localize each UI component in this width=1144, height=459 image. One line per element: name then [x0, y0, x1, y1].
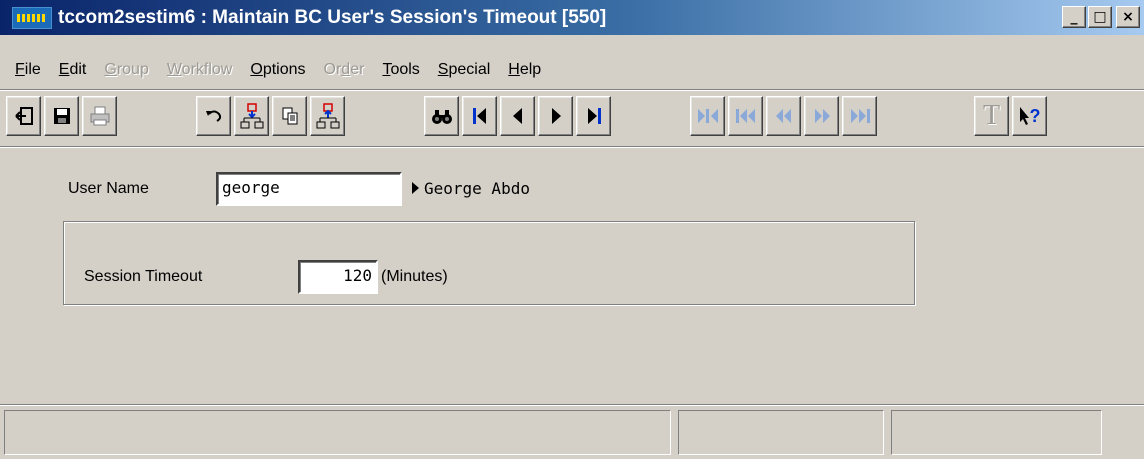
first-set-button[interactable] — [690, 96, 725, 136]
window-title: tccom2sestim6 : Maintain BC User's Sessi… — [58, 6, 607, 28]
session-timeout-group — [63, 221, 915, 305]
undo-icon — [205, 110, 221, 122]
exit-button[interactable] — [6, 96, 41, 136]
menu-file[interactable]: File — [6, 61, 50, 79]
last-set-icon — [850, 109, 870, 123]
menu-separator — [0, 89, 1144, 91]
first-record-button[interactable] — [462, 96, 497, 136]
exit-icon — [14, 107, 33, 125]
duplicate-button[interactable] — [310, 96, 345, 136]
user-name-label: User Name — [68, 180, 149, 197]
undo-button[interactable] — [196, 96, 231, 136]
menu-bar: File Edit Group Workflow Options Order T… — [0, 55, 1144, 85]
app-logo-icon — [12, 6, 52, 29]
next-group-button[interactable] — [804, 96, 839, 136]
last-record-button[interactable] — [576, 96, 611, 136]
first-set-icon — [697, 109, 718, 123]
window-controls: _ □ × — [1062, 6, 1140, 28]
copy-button[interactable] — [272, 96, 307, 136]
menu-workflow[interactable]: Workflow — [158, 61, 242, 79]
session-timeout-label: Session Timeout — [84, 268, 203, 285]
text-icon: T — [982, 100, 1001, 131]
session-timeout-unit: (Minutes) — [381, 268, 448, 285]
close-button[interactable]: × — [1116, 6, 1140, 28]
last-set-button[interactable] — [842, 96, 877, 136]
print-icon — [90, 106, 109, 126]
first-record-icon — [472, 108, 486, 124]
save-button[interactable] — [44, 96, 79, 136]
next-record-icon — [551, 108, 561, 124]
title-bar[interactable]: tccom2sestim6 : Maintain BC User's Sessi… — [0, 0, 1144, 35]
copy-icon — [282, 107, 297, 125]
session-timeout-input[interactable]: 120 — [298, 260, 378, 294]
maximize-icon: □ — [1093, 9, 1107, 25]
toolbar-separator — [0, 146, 1144, 148]
menu-group[interactable]: Group — [95, 61, 157, 79]
toolbar: T ? — [6, 96, 1138, 136]
context-help-button[interactable]: ? — [1012, 96, 1047, 136]
menu-options[interactable]: Options — [241, 61, 314, 79]
previous-set-button[interactable] — [728, 96, 763, 136]
last-record-icon — [587, 108, 601, 124]
menu-tools[interactable]: Tools — [373, 61, 428, 79]
text-button[interactable]: T — [974, 96, 1009, 136]
previous-record-button[interactable] — [500, 96, 535, 136]
previous-record-icon — [512, 108, 522, 124]
menu-special[interactable]: Special — [429, 61, 499, 79]
find-button[interactable] — [424, 96, 459, 136]
menu-help[interactable]: Help — [499, 61, 550, 79]
minimize-icon: _ — [1070, 9, 1078, 25]
insert-icon — [240, 103, 263, 129]
menu-edit[interactable]: Edit — [50, 61, 96, 79]
previous-set-icon — [735, 109, 755, 123]
maximize-button[interactable]: □ — [1088, 6, 1112, 28]
save-icon — [53, 108, 70, 124]
previous-group-icon — [775, 109, 791, 123]
reference-arrow-icon — [412, 182, 419, 194]
next-group-icon — [814, 109, 830, 123]
close-icon: × — [1122, 9, 1134, 25]
next-record-button[interactable] — [538, 96, 573, 136]
user-name-input[interactable]: george — [216, 172, 402, 206]
menu-order[interactable]: Order — [315, 61, 374, 79]
status-bar — [0, 406, 1144, 459]
status-panel-message — [4, 410, 671, 455]
user-full-name: George Abdo — [424, 179, 530, 198]
help-question-mark: ? — [1029, 105, 1041, 126]
find-icon — [431, 110, 452, 124]
duplicate-icon — [316, 103, 339, 129]
print-button[interactable] — [82, 96, 117, 136]
status-panel-extra — [891, 410, 1102, 455]
previous-group-button[interactable] — [766, 96, 801, 136]
insert-button[interactable] — [234, 96, 269, 136]
status-panel-info — [678, 410, 884, 455]
minimize-button[interactable]: _ — [1062, 6, 1086, 28]
